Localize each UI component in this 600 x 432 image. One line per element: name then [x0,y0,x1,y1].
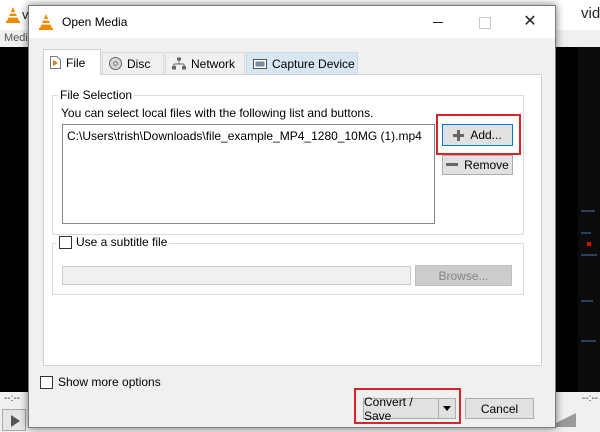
list-item[interactable]: C:\Users\trish\Downloads\file_example_MP… [67,129,430,143]
add-button-label: Add... [470,128,502,142]
file-selection-help-text: You can select local files with the foll… [61,106,374,120]
background-stripe [581,254,597,256]
minus-icon [446,163,459,166]
play-button[interactable] [2,409,26,431]
convert-save-button-label[interactable]: Convert / Save [364,395,439,423]
background-stripe [581,232,591,234]
remove-button[interactable]: Remove [442,155,513,175]
cancel-button-label: Cancel [480,401,519,416]
subtitle-path-field [62,266,411,285]
close-button[interactable]: ✕ [507,6,553,38]
open-media-dialog: Open Media ✕ File Disc Network Capture D… [28,5,556,428]
show-more-options-checkbox[interactable] [40,375,53,389]
plus-icon [453,129,465,141]
minimize-button[interactable] [415,6,461,38]
file-icon [50,56,61,69]
playback-marker [587,242,591,246]
background-stripe [581,300,593,302]
disc-icon [109,57,122,70]
tab-network-label: Network [191,56,236,71]
remove-button-label: Remove [464,158,509,172]
tab-capture-device-label: Capture Device [272,56,355,71]
vlc-cone-icon [6,7,20,23]
total-time: --:-- [582,393,599,404]
show-more-options-row[interactable]: Show more options [40,375,161,389]
add-button[interactable]: Add... [442,124,513,146]
subtitle-checkbox-row[interactable]: Use a subtitle file [57,235,170,249]
browse-button: Browse... [415,265,512,286]
cancel-button[interactable]: Cancel [465,398,534,419]
tab-file-label: File [66,55,86,70]
chevron-down-icon[interactable] [439,399,455,418]
subtitle-checkbox[interactable] [59,235,72,249]
tab-capture-device[interactable]: Capture Device [246,52,358,74]
subtitle-checkbox-label: Use a subtitle file [76,235,168,249]
network-icon [172,57,186,70]
background-menu-media[interactable]: Medi [4,32,28,44]
maximize-button[interactable] [461,6,507,38]
background-stripe [581,210,595,212]
tab-disc[interactable]: Disc [102,52,164,74]
file-selection-label: File Selection [58,88,135,102]
background-stripe [581,340,596,342]
show-more-options-label: Show more options [58,375,161,389]
tab-disc-label: Disc [127,56,151,71]
dialog-title: Open Media [62,15,128,29]
dialog-titlebar: Open Media ✕ [29,6,555,38]
convert-save-button[interactable]: Convert / Save [363,395,456,423]
capture-device-icon [253,58,267,69]
tab-network[interactable]: Network [165,52,245,74]
file-list[interactable]: C:\Users\trish\Downloads\file_example_MP… [62,124,435,224]
background-window-title-right: vid [581,5,600,22]
vlc-cone-icon [39,14,53,30]
elapsed-time: --:-- [4,393,21,404]
tab-file[interactable]: File [43,49,101,75]
browse-button-label: Browse... [438,268,489,283]
